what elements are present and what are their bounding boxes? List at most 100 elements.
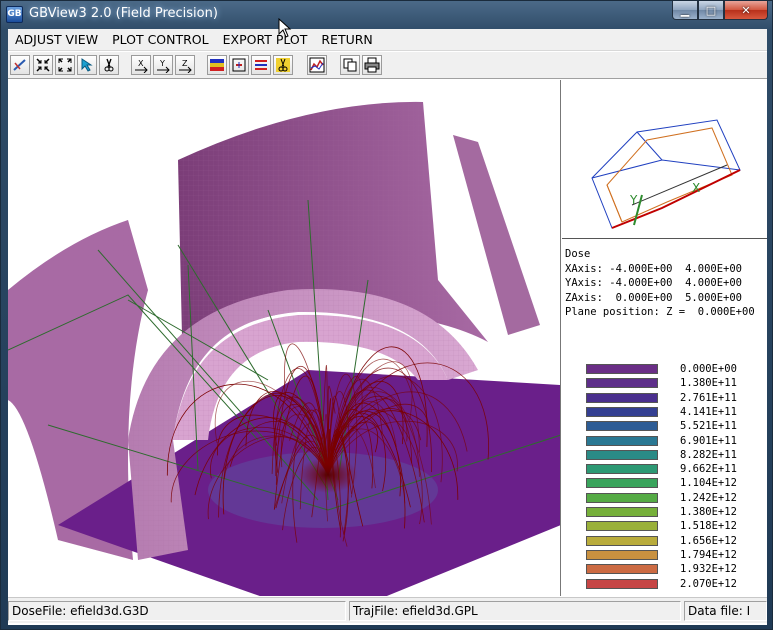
app-icon[interactable]: GB [6,6,23,23]
orientation-box: X Y [562,80,767,239]
dose-plot-canvas [8,101,560,596]
legend-row: 1.656E+12 [562,535,767,549]
legend-value: 1.518E+12 [680,520,737,533]
legend-row: 1.380E+11 [562,377,767,391]
x-axis-button[interactable]: X [131,55,151,75]
legend-swatch [586,406,658,417]
status-dose-file: DoseFile: efield3d.G3D [8,601,346,621]
maximize-icon: □ [705,3,717,17]
contour-button[interactable] [229,55,249,75]
svg-text:Y: Y [159,59,165,68]
view-button[interactable] [10,55,30,75]
legend-value: 2.761E+11 [680,391,737,404]
svg-text:X: X [138,59,144,68]
legend-value: 1.794E+12 [680,548,737,561]
legend-row: 1.380E+12 [562,506,767,520]
menu-bar: ADJUST VIEW PLOT CONTROL EXPORT PLOT RET… [8,29,767,51]
legend-swatch [586,521,658,532]
print-button[interactable] [362,55,382,75]
legend-row: 2.070E+12 [562,578,767,592]
legend-swatch [586,392,658,403]
y-axis-button[interactable]: Y [153,55,173,75]
legend-row: 1.794E+12 [562,549,767,563]
z-axis-icon: Z [179,59,192,73]
legend-value: 1.242E+12 [680,491,737,504]
copy-button[interactable] [340,55,360,75]
legend-value: 2.070E+12 [680,577,737,590]
legend-value: 9.662E+11 [680,463,737,476]
dose-plot-view[interactable] [8,80,561,596]
cut-button[interactable] [99,55,119,75]
toolbar: X Y Z [8,52,767,79]
window-title: GBView3 2.0 (Field Precision) [29,6,218,21]
minimize-button[interactable]: ▁ [672,1,698,20]
cut-icon [104,58,114,72]
legend-value: 1.932E+12 [680,563,737,576]
legend-swatch [586,421,658,432]
legend-row: 2.761E+11 [562,392,767,406]
menu-adjust-view[interactable]: ADJUST VIEW [8,29,105,51]
info-plane-position: Plane position: Z = 0.000E+00 [565,306,755,318]
x-axis-icon: X [135,59,148,73]
status-data-file: Data file: I [684,601,767,621]
close-icon: ✕ [741,3,751,17]
legend-row: 9.662E+11 [562,463,767,477]
info-yaxis: YAxis: -4.000E+00 4.000E+00 [565,277,743,289]
legend-value: 0.000E+00 [680,363,737,375]
pointer-icon [81,58,93,72]
legend-swatch [586,507,658,517]
expand-button[interactable] [55,55,75,75]
legend-value: 1.656E+12 [680,534,737,547]
legend-row: 8.282E+11 [562,449,767,463]
legend-swatch [586,564,658,575]
slice-button[interactable] [273,55,293,75]
plot-icon [309,57,325,73]
info-quantity: Dose [565,248,591,260]
color-map-button[interactable] [207,55,227,75]
legend-value: 5.521E+11 [680,420,737,433]
y-axis-icon: Y [157,59,170,73]
legend-swatch [586,492,658,503]
shrink-button[interactable] [33,55,53,75]
legend-swatch [586,478,658,489]
view-icon [13,59,26,71]
svg-text:Z: Z [182,59,188,68]
status-traj-file: TrajFile: efield3d.GPL [349,601,681,621]
menu-return[interactable]: RETURN [314,29,379,51]
orient-y-label: Y [629,193,638,207]
legend-value: 1.380E+11 [680,377,737,390]
legend-row: 1.932E+12 [562,563,767,577]
legend-swatch [586,535,658,546]
legend-swatch [586,449,658,460]
plot-button[interactable] [307,55,327,75]
trajectory-core [298,457,358,493]
legend-value: 6.901E+11 [680,434,737,447]
menu-plot-control[interactable]: PLOT CONTROL [105,29,216,51]
print-icon [364,57,380,73]
client-area: ADJUST VIEW PLOT CONTROL EXPORT PLOT RET… [8,29,767,625]
pointer-button[interactable] [77,55,97,75]
legend-row: 0.000E+00 [562,363,767,377]
shrink-icon [36,58,50,72]
legend-value: 1.380E+12 [680,506,737,518]
expand-icon [58,58,72,72]
app-window: GB GBView3 2.0 (Field Precision) ▁ □ ✕ A… [0,0,773,630]
minimize-icon: ▁ [680,3,690,17]
title-bar[interactable]: GB GBView3 2.0 (Field Precision) ▁ □ ✕ [1,1,773,29]
copy-icon [343,58,357,72]
legend-swatch [586,549,658,560]
legend-row: 1.518E+12 [562,520,767,534]
legend-value: 4.141E+11 [680,405,737,418]
legend-swatch [586,464,658,475]
legend-row: 1.242E+12 [562,492,767,506]
mouse-cursor-icon [278,18,292,38]
legend-row: 6.901E+11 [562,435,767,449]
menu-export-plot[interactable]: EXPORT PLOT [216,29,315,51]
maximize-button[interactable]: □ [698,1,724,20]
legend-swatch [586,378,658,389]
close-button[interactable]: ✕ [724,1,768,20]
lines-button[interactable] [251,55,271,75]
legend-row: 1.104E+12 [562,477,767,491]
lines-icon [255,60,267,70]
z-axis-button[interactable]: Z [175,55,195,75]
